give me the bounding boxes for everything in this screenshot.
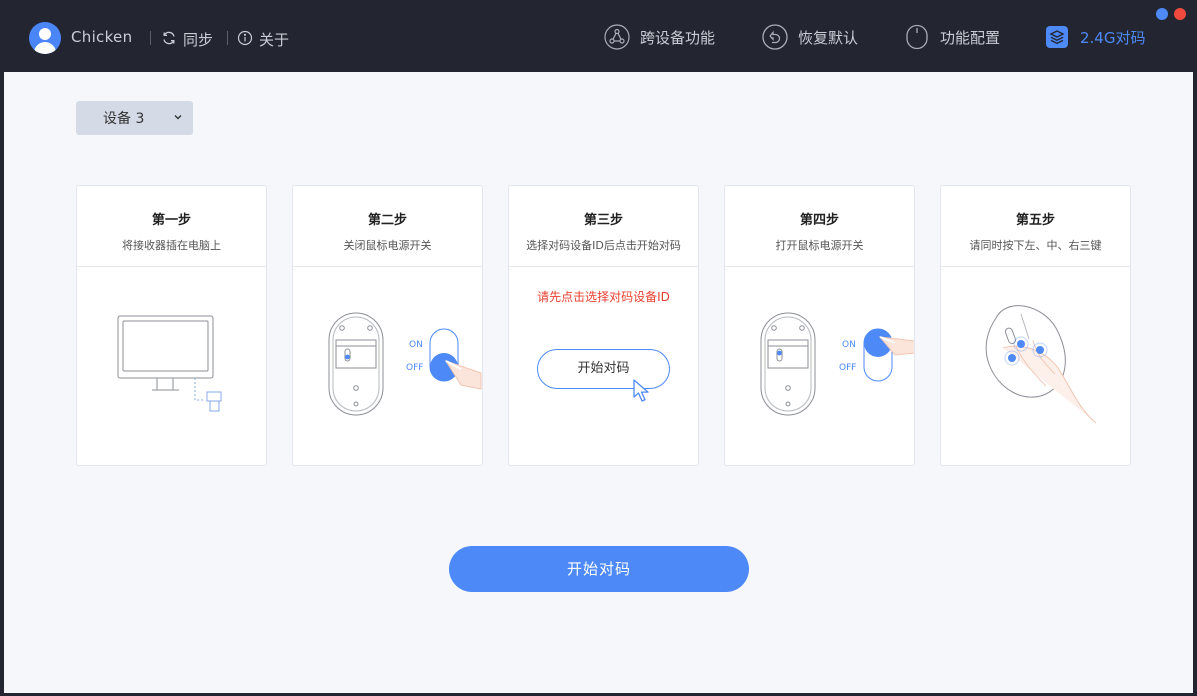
mouse-switch-on-illustration: ON OFF: [725, 268, 916, 465]
step-title: 第二步: [367, 213, 407, 228]
step-desc: 请同时按下左、中、右三键: [969, 239, 1102, 252]
window-close-dot[interactable]: [1174, 8, 1186, 20]
username: Chicken: [71, 28, 133, 46]
step-card-5: 第五步 请同时按下左、中、右三键: [940, 185, 1131, 466]
step-title: 第一步: [151, 213, 191, 228]
step-card-4: 第四步 打开鼠标电源开关 ON OFF: [724, 185, 916, 466]
device-select[interactable]: 设备 3: [76, 101, 193, 135]
step-title: 第五步: [1015, 213, 1055, 228]
divider: [227, 31, 228, 45]
info-icon: [237, 30, 253, 50]
start-pairing-button[interactable]: 开始对码: [449, 546, 749, 592]
monitor-receiver-illustration: [77, 268, 266, 465]
nav-pairing-24g[interactable]: 2.4G对码: [1044, 24, 1145, 50]
nav-function-config[interactable]: 功能配置: [904, 24, 1000, 50]
about-button[interactable]: 关于: [237, 29, 289, 50]
main-panel: 设备 3 第一步 将接收器插在电脑上 第二步 关闭鼠标电源开关 ON OFF 第…: [4, 72, 1193, 693]
step3-body: 请先点击选择对码设备ID 开始对码: [509, 268, 698, 465]
step-card-2: 第二步 关闭鼠标电源开关 ON OFF: [292, 185, 483, 466]
step-title: 第四步: [799, 213, 839, 228]
device-select-value: 设备 3: [103, 111, 145, 127]
mouse-icon: [904, 24, 930, 50]
layers-icon: [1044, 24, 1070, 50]
step-desc: 将接收器插在电脑上: [122, 239, 221, 252]
mouse-switch-off-illustration: ON OFF: [293, 268, 482, 465]
warning-text: 请先点击选择对码设备ID: [537, 290, 670, 304]
step-desc: 打开鼠标电源开关: [775, 239, 864, 252]
nav-cross-device[interactable]: 跨设备功能: [604, 24, 715, 50]
switch-off-label: OFF: [839, 363, 857, 373]
sync-label: 同步: [183, 31, 214, 49]
sync-icon: [161, 30, 177, 50]
nav-label: 恢复默认: [798, 28, 859, 47]
cursor-icon: [633, 379, 649, 402]
avatar[interactable]: [29, 22, 61, 54]
switch-off-label: OFF: [406, 363, 424, 373]
step-desc: 选择对码设备ID后点击开始对码: [526, 239, 681, 252]
nav-label: 2.4G对码: [1080, 28, 1146, 47]
chevron-down-icon: [174, 115, 182, 120]
step-card-3: 第三步 选择对码设备ID后点击开始对码 请先点击选择对码设备ID 开始对码: [508, 185, 699, 466]
restore-icon: [762, 24, 788, 50]
step-desc: 关闭鼠标电源开关: [343, 239, 432, 252]
window-dot-blue[interactable]: [1156, 8, 1168, 20]
sync-button[interactable]: 同步: [161, 29, 213, 50]
nav-label: 跨设备功能: [640, 28, 716, 47]
about-label: 关于: [259, 31, 290, 49]
nav-restore-default[interactable]: 恢复默认: [762, 24, 858, 50]
title-bar: Chicken 同步 关于 跨设备功能 恢复默认 功能配置 2.4G对码: [0, 0, 1197, 72]
step-title: 第三步: [583, 213, 623, 228]
switch-on-label: ON: [409, 340, 423, 350]
nav-label: 功能配置: [940, 28, 1001, 47]
hand-press-buttons-illustration: [941, 268, 1130, 465]
share-nodes-icon: [604, 24, 630, 50]
divider: [150, 31, 151, 45]
step-card-1: 第一步 将接收器插在电脑上: [76, 185, 267, 466]
switch-on-label: ON: [842, 340, 856, 350]
